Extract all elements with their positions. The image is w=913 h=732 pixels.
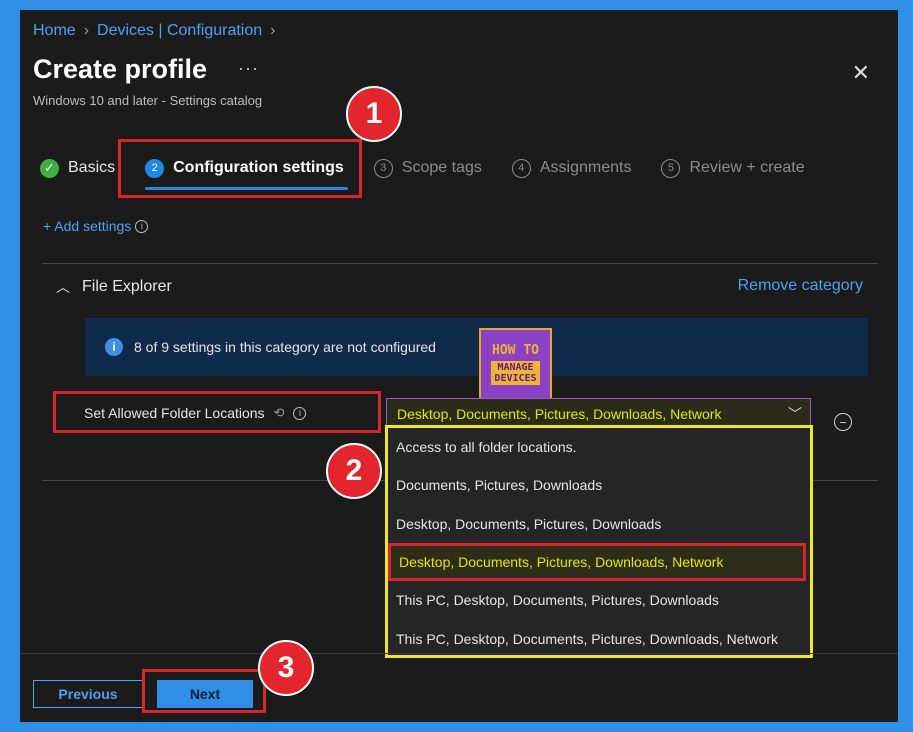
step-number: 3 — [373, 158, 393, 178]
chevron-right-icon: › — [270, 22, 276, 39]
dropdown-option[interactable]: This PC, Desktop, Documents, Pictures, D… — [388, 581, 810, 619]
breadcrumb-home-link[interactable]: Home — [33, 22, 76, 40]
highlight-box-step — [118, 139, 362, 198]
chevron-down-icon[interactable]: ﹀ — [788, 404, 802, 424]
dropdown-option[interactable]: Desktop, Documents, Pictures, Downloads — [388, 505, 810, 543]
dropdown-option[interactable]: Documents, Pictures, Downloads — [388, 466, 810, 504]
close-icon[interactable]: ✕ — [852, 60, 870, 86]
dropdown-options-list: Access to all folder locations. Document… — [385, 425, 813, 658]
highlight-box-setting — [53, 391, 381, 433]
info-icon[interactable]: i — [135, 219, 149, 233]
breadcrumb: Home › Devices | Configuration › — [33, 22, 275, 40]
step-review-create[interactable]: 5 Review + create — [661, 158, 805, 178]
checkmark-icon: ✓ — [40, 158, 59, 178]
logo-text-line1: HOW TO — [492, 343, 539, 358]
dropdown-selected-value: Desktop, Documents, Pictures, Downloads,… — [397, 406, 722, 422]
step-label: Basics — [68, 159, 116, 176]
info-icon: i — [105, 338, 123, 356]
callout-badge-3: 3 — [258, 640, 314, 696]
category-name: File Explorer — [82, 278, 172, 295]
step-basics[interactable]: ✓ Basics — [40, 158, 116, 178]
step-label: Review + create — [689, 159, 805, 176]
create-profile-window: Home › Devices | Configuration › Create … — [20, 10, 898, 722]
category-header[interactable]: ︿ File Explorer — [56, 277, 172, 297]
breadcrumb-devices-link[interactable]: Devices | Configuration — [97, 22, 262, 40]
chevron-right-icon: › — [83, 22, 90, 39]
add-settings-label: + Add settings — [43, 218, 132, 234]
step-number: 5 — [661, 158, 681, 178]
banner-text: 8 of 9 settings in this category are not… — [134, 339, 436, 355]
highlight-box-next — [142, 669, 266, 713]
callout-badge-1: 1 — [346, 86, 402, 142]
chevron-up-icon[interactable]: ︿ — [56, 277, 70, 297]
add-settings-link[interactable]: + Add settings i — [43, 218, 149, 234]
previous-button[interactable]: Previous — [33, 680, 143, 708]
more-options-icon[interactable]: ··· — [238, 58, 259, 79]
step-assignments[interactable]: 4 Assignments — [511, 158, 632, 178]
dropdown-option-selected[interactable]: Desktop, Documents, Pictures, Downloads,… — [388, 542, 806, 582]
how-to-manage-devices-logo: HOW TO MANAGE DEVICES — [479, 328, 552, 400]
info-banner: i 8 of 9 settings in this category are n… — [85, 318, 868, 376]
page-subtitle: Windows 10 and later - Settings catalog — [33, 93, 263, 108]
divider — [42, 263, 878, 264]
dropdown-option[interactable]: Access to all folder locations. — [388, 428, 810, 466]
step-label: Assignments — [539, 159, 632, 176]
logo-text-line2b: DEVICES — [494, 373, 537, 384]
page-title: Create profile — [33, 54, 208, 84]
step-scope-tags[interactable]: 3 Scope tags — [373, 158, 482, 178]
callout-badge-2: 2 — [326, 443, 382, 499]
step-number: 4 — [511, 158, 531, 178]
step-label: Scope tags — [401, 159, 482, 176]
footer-divider — [20, 653, 898, 654]
remove-category-link[interactable]: Remove category — [738, 277, 863, 295]
remove-setting-icon[interactable]: − — [834, 413, 852, 431]
logo-text-line2a: MANAGE — [497, 362, 534, 373]
logo-text-line2: MANAGE DEVICES — [491, 361, 540, 385]
